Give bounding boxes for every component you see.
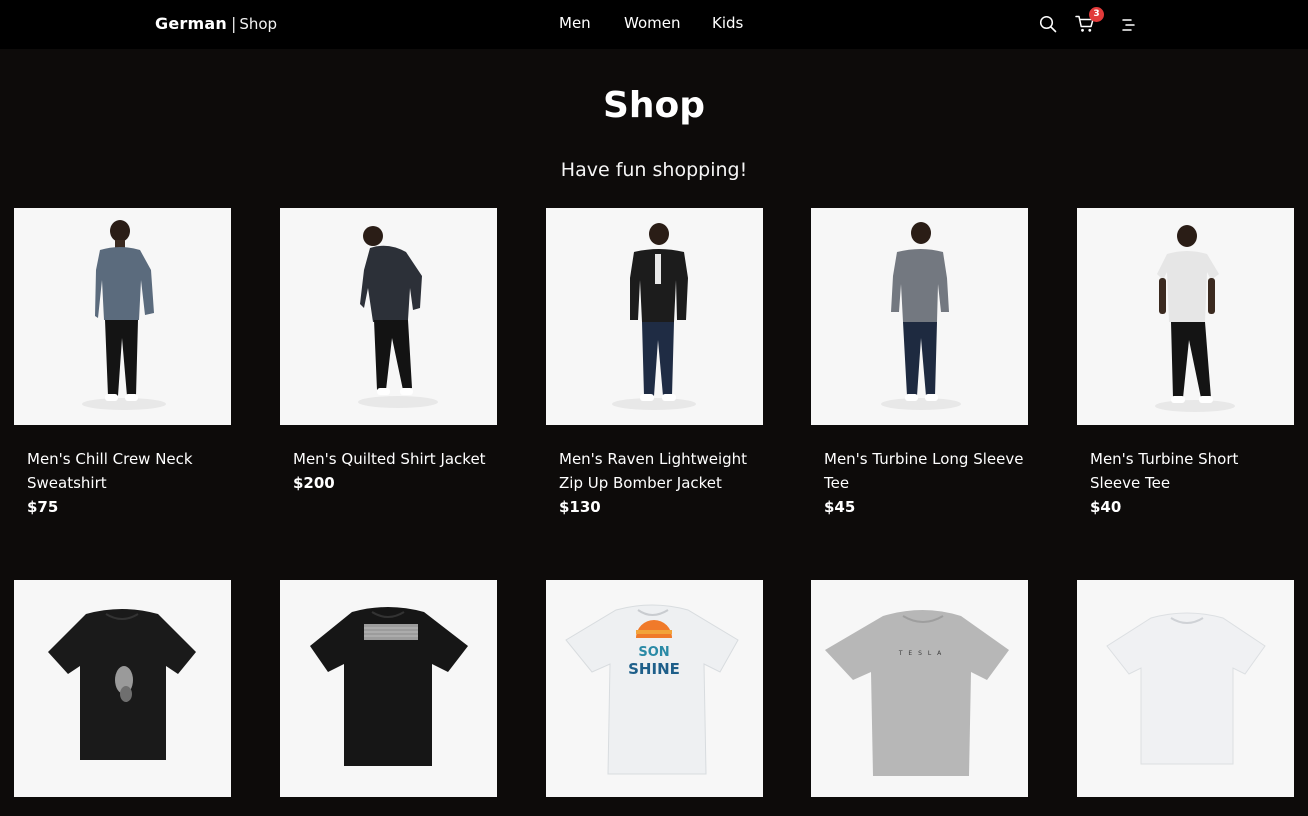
product-card[interactable]: Men's Raven Lightweight Zip Up Bomber Ja… xyxy=(546,208,763,519)
product-name[interactable]: Men's Turbine Short Sleeve Tee xyxy=(1077,447,1290,495)
product-card[interactable]: Men's Quilted Shirt Jacket $200 xyxy=(280,208,497,495)
product-card[interactable]: SON SHINE xyxy=(546,580,763,816)
product-name[interactable]: Men's Raven Lightweight Zip Up Bomber Ja… xyxy=(546,447,759,495)
nav-link-men[interactable]: Men xyxy=(559,14,591,32)
product-image-white-tee-sunshine-graphic[interactable]: SON SHINE xyxy=(546,580,763,797)
page-title: Shop xyxy=(602,85,706,126)
product-card[interactable]: Men's Turbine Long Sleeve Tee $45 xyxy=(811,208,1028,519)
menu-icon[interactable] xyxy=(1121,17,1135,36)
tee-graphic-text-top: SON xyxy=(638,645,669,660)
top-navigation-bar: German | Shop Men Women Kids 3 xyxy=(0,0,1308,49)
product-price: $40 xyxy=(1090,498,1122,516)
product-image-model-blue-sweatshirt[interactable] xyxy=(14,208,231,425)
shop-page: German | Shop Men Women Kids 3 Shop Have… xyxy=(0,0,1308,816)
tee-graphic-text-bottom: SHINE xyxy=(628,660,680,678)
product-image-model-black-quilted-jacket[interactable] xyxy=(280,208,497,425)
product-image-model-white-tee[interactable] xyxy=(1077,208,1294,425)
product-card[interactable]: Men's Turbine Short Sleeve Tee $40 xyxy=(1077,208,1294,519)
nav-link-women[interactable]: Women xyxy=(624,14,680,32)
product-price: $200 xyxy=(293,474,335,492)
product-price: $130 xyxy=(559,498,601,516)
tee-wordmark: T E S L A xyxy=(898,650,943,657)
product-card[interactable] xyxy=(280,580,497,816)
product-price: $75 xyxy=(27,498,59,516)
product-image-grey-tee-tesla-wordmark[interactable]: T E S L A xyxy=(811,580,1028,797)
brand-logo[interactable]: German | Shop xyxy=(155,13,277,35)
product-card[interactable]: Men's Chill Crew Neck Sweatshirt $75 xyxy=(14,208,231,519)
product-card[interactable] xyxy=(1077,580,1294,816)
brand-name: German xyxy=(155,14,227,33)
product-image-black-tee-banner-graphic[interactable] xyxy=(280,580,497,797)
page-subtitle: Have fun shopping! xyxy=(560,159,748,181)
product-image-model-black-bomber-jacket[interactable] xyxy=(546,208,763,425)
product-name[interactable]: Men's Turbine Long Sleeve Tee xyxy=(811,447,1024,495)
product-card[interactable]: T E S L A xyxy=(811,580,1028,816)
product-name[interactable]: Men's Quilted Shirt Jacket xyxy=(280,447,493,471)
product-image-black-tee-owl-graphic[interactable] xyxy=(14,580,231,797)
brand-subtitle: Shop xyxy=(239,15,278,33)
product-name[interactable]: Men's Chill Crew Neck Sweatshirt xyxy=(14,447,227,495)
product-price: $45 xyxy=(824,498,856,516)
product-card[interactable] xyxy=(14,580,231,816)
cart-count-badge: 3 xyxy=(1089,7,1104,22)
brand-separator: | xyxy=(230,14,237,33)
product-image-white-tee-plain[interactable] xyxy=(1077,580,1294,797)
product-image-model-grey-long-sleeve[interactable] xyxy=(811,208,1028,425)
search-icon[interactable] xyxy=(1039,15,1057,37)
nav-link-kids[interactable]: Kids xyxy=(712,14,743,32)
